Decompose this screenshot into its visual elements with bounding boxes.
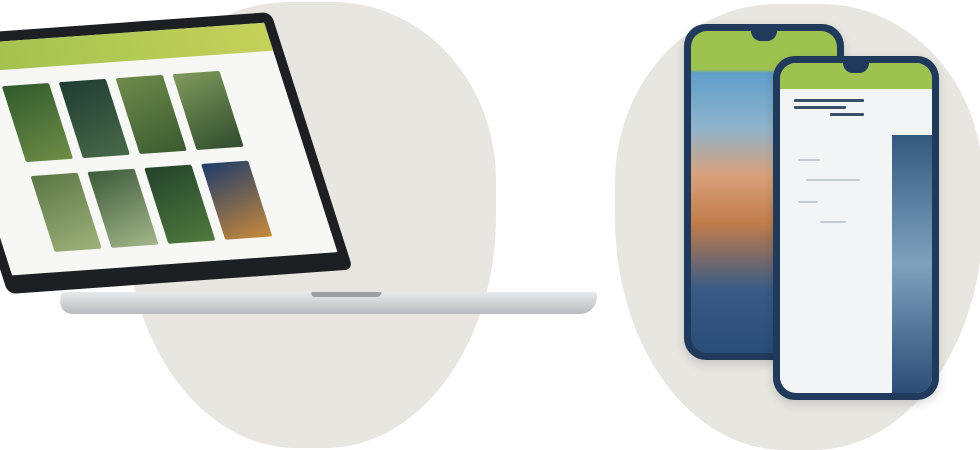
laptop-screen: [0, 22, 338, 276]
menu-item: [820, 221, 846, 223]
menu-item: [798, 159, 820, 161]
laptop-notch: [310, 292, 382, 297]
phone-notch: [751, 31, 777, 41]
laptop-base: [58, 292, 598, 314]
laptop-screen-header: [0, 22, 274, 74]
laptop-thumbnail-grid: [1, 70, 273, 252]
phone-front: [773, 56, 939, 400]
phone-side-image: [892, 135, 932, 393]
laptop-lid: [0, 12, 354, 295]
menu-item: [806, 179, 860, 181]
phone-front-screen: [780, 63, 932, 393]
logo-icon: [794, 99, 864, 121]
menu-item: [798, 201, 818, 203]
laptop-illustration: [0, 0, 600, 340]
